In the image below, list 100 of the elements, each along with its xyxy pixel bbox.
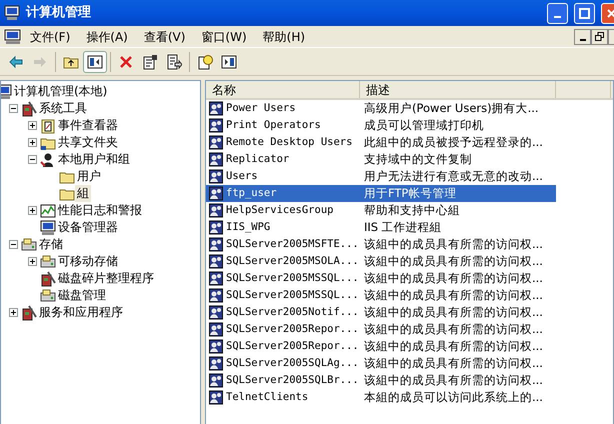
tree-item[interactable]: 共享文件夹 [56, 134, 120, 151]
node-icon [40, 288, 56, 304]
group-name: Users [226, 169, 258, 184]
group-icon [209, 305, 224, 320]
node-icon [40, 118, 56, 134]
tree-item[interactable]: 磁盘碎片整理程序 [56, 270, 156, 287]
tree-item[interactable]: 计算机管理(本地) [12, 83, 110, 100]
group-name: SQLServer2005MSSQL... [226, 288, 359, 303]
table-row[interactable]: Print Operators 成员可以管理域打印机 [206, 117, 556, 134]
properties-icon [142, 54, 158, 70]
tree-item[interactable]: 磁盘管理 [56, 287, 108, 304]
group-description: 该組中的成员具有所需的访问权... [363, 304, 544, 321]
expander-icon[interactable] [9, 308, 18, 317]
table-row[interactable]: SQLServer2005MSFTE... 该組中的成员具有所需的访问权... [206, 236, 556, 253]
table-row[interactable]: Users 用户无法进行有意或无意的改动... [206, 168, 556, 185]
menu-item[interactable]: 查看(V) [136, 26, 194, 46]
group-icon [209, 339, 224, 354]
table-row[interactable]: SQLServer2005Repor... 该組中的成员具有所需的访问权... [206, 338, 556, 355]
column-header[interactable]: 名称 [206, 81, 360, 98]
maximize-button[interactable] [574, 2, 595, 24]
table-row[interactable]: SQLServer2005MSSQL... 该組中的成员具有所需的访问权... [206, 287, 556, 304]
pane-icon [221, 54, 237, 70]
expander-icon[interactable] [9, 240, 18, 249]
table-row[interactable]: SQLServer2005SQLBr... 该組中的成员具有所需的访问权... [206, 372, 556, 389]
tree-item[interactable]: 組 [75, 185, 91, 202]
group-name: SQLServer2005SQLBr... [226, 373, 359, 388]
group-description: 该組中的成员具有所需的访问权... [363, 253, 544, 270]
menu-item[interactable]: 文件(F) [22, 26, 78, 46]
expander-icon[interactable] [28, 206, 37, 215]
tree-item[interactable]: 服务和应用程序 [37, 304, 125, 321]
node-icon [21, 100, 37, 116]
node-icon [40, 270, 56, 286]
expander-icon[interactable] [28, 257, 37, 266]
node-icon [40, 152, 56, 168]
table-row[interactable]: SQLServer2005MSSQL... 该組中的成员具有所需的访问权... [206, 270, 556, 287]
node-icon [40, 220, 56, 236]
expander-icon[interactable] [9, 104, 18, 113]
group-icon [209, 271, 224, 286]
restore-icon [595, 32, 604, 41]
table-row[interactable]: SQLServer2005SQLAg... 该組中的成员具有所需的访问权... [206, 355, 556, 372]
table-row[interactable]: HelpServicesGroup 帮助和支持中心組 [206, 202, 556, 219]
export-list-icon [166, 54, 182, 70]
computer-icon [4, 28, 22, 44]
minimize-button[interactable] [547, 2, 568, 24]
group-icon [209, 186, 224, 201]
tree-item[interactable]: 设备管理器 [56, 219, 120, 236]
tree-item[interactable]: 存储 [37, 236, 65, 253]
group-description: 用于FTP帐号管理 [363, 185, 458, 202]
table-row[interactable]: IIS_WPG IIS 工作进程組 [206, 219, 556, 236]
tree-item[interactable]: 事件查看器 [56, 117, 120, 134]
table-row[interactable]: Replicator 支持域中的文件复制 [206, 151, 556, 168]
group-name: IIS_WPG [226, 220, 270, 235]
table-row[interactable]: Power Users 高级用户(Power Users)拥有大... [206, 100, 556, 117]
group-icon [209, 135, 224, 150]
node-icon [21, 304, 37, 320]
tree-item[interactable]: 本地用户和组 [56, 151, 132, 168]
group-icon [209, 322, 224, 337]
expander-icon[interactable] [28, 155, 37, 164]
group-icon [209, 220, 224, 235]
group-name: Print Operators [226, 118, 321, 133]
tree-item[interactable]: 用户 [75, 168, 103, 185]
table-row[interactable]: Remote Desktop Users 此組中的成员被授予远程登录的... [206, 134, 556, 151]
table-row[interactable]: SQLServer2005Repor... 该組中的成员具有所需的访问权... [206, 321, 556, 338]
column-header[interactable]: 描述 [360, 81, 556, 98]
group-name: Power Users [226, 101, 296, 116]
group-icon [209, 203, 224, 218]
group-description: 本組的成员可以访问此系统上的... [363, 389, 544, 406]
group-name: TelnetClients [226, 390, 308, 405]
menu-item[interactable]: 帮助(H) [254, 26, 314, 46]
toolbar-button[interactable] [83, 50, 107, 72]
table-row[interactable]: SQLServer2005MSOLA... 该組中的成员具有所需的访问权... [206, 253, 556, 270]
tree-item[interactable]: 系统工具 [37, 100, 89, 117]
back-arrow-icon [8, 54, 24, 70]
table-row[interactable]: TelnetClients 本組的成员可以访问此系统上的... [206, 389, 556, 406]
group-description: 高级用户(Power Users)拥有大... [363, 100, 540, 117]
group-description: 支持域中的文件复制 [363, 151, 473, 168]
child-restore-button[interactable] [591, 28, 608, 44]
group-icon [209, 101, 224, 116]
group-name: SQLServer2005Repor... [226, 339, 359, 354]
group-name: SQLServer2005SQLAg... [226, 356, 359, 371]
tree-item[interactable]: 可移动存储 [56, 253, 120, 270]
table-row[interactable]: ftp_user 用于FTP帐号管理 [206, 185, 556, 202]
minimize-icon [554, 16, 561, 18]
group-icon [209, 356, 224, 371]
group-description: 该組中的成员具有所需的访问权... [363, 355, 544, 372]
group-description: 用户无法进行有意或无意的改动... [363, 168, 544, 185]
expander-icon[interactable] [28, 121, 37, 130]
group-name: SQLServer2005Repor... [226, 322, 359, 337]
child-minimize-button[interactable] [574, 28, 591, 44]
expander-icon[interactable] [28, 138, 37, 147]
menu-item[interactable]: 窗口(W) [193, 26, 255, 46]
group-icon [209, 152, 224, 167]
tree-item[interactable]: 性能日志和警报 [56, 202, 144, 219]
table-row[interactable]: SQLServer2005Notif... 该組中的成员具有所需的访问权... [206, 304, 556, 321]
group-name: SQLServer2005MSOLA... [226, 254, 359, 269]
group-name: SQLServer2005Notif... [226, 305, 359, 320]
menu-item[interactable]: 操作(A) [78, 26, 136, 46]
group-description: 该組中的成员具有所需的访问权... [363, 338, 544, 355]
group-icon [209, 118, 224, 133]
group-description: 该組中的成员具有所需的访问权... [363, 321, 544, 338]
